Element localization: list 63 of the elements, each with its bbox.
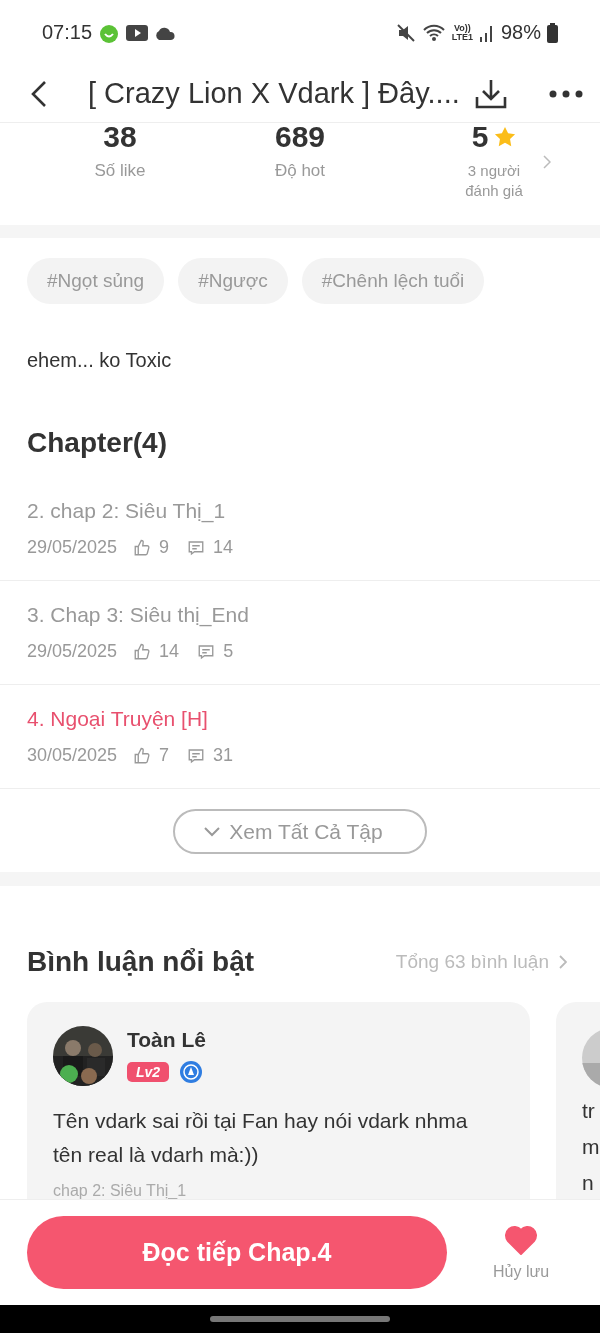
comment-icon (187, 746, 206, 765)
clock: 07:15 (42, 21, 93, 44)
battery-icon (547, 22, 558, 43)
like-count: 14 (159, 641, 180, 662)
thumbs-up-icon (133, 746, 152, 765)
comment-icon (197, 642, 216, 661)
like-count: 9 (159, 537, 170, 558)
volte-label: Vo)) (453, 23, 471, 33)
level-badge: Lv2 (127, 1062, 170, 1083)
star-icon (494, 126, 517, 148)
chapter-date: 30/05/2025 (27, 745, 118, 766)
unsave-button[interactable]: Hủy lưu (487, 1223, 556, 1282)
chevron-right-icon (559, 955, 567, 970)
chapter-title: 3. Chap 3: Siêu thị_End (27, 603, 250, 627)
story-title: [ Crazy Lion X Vdark ] Đây.... (87, 77, 460, 110)
chapter-title: 4. Ngoại Truyện [H] (27, 707, 209, 731)
chapter-date: 29/05/2025 (27, 537, 118, 558)
tag-chip[interactable]: #Chênh lệch tuổi (301, 258, 485, 304)
like-count: 7 (159, 745, 170, 766)
stat-value: 5 (471, 123, 489, 151)
continue-reading-button[interactable]: Đọc tiếp Chap.4 (27, 1216, 447, 1289)
comment-chapter: chap 2: Siêu Thị_1 (53, 1182, 188, 1199)
medal-icon (179, 1060, 204, 1085)
stat-value: 689 (274, 123, 326, 151)
comment-card[interactable]: Toàn Lê Lv2 Tên vdark sai rồi tại Fan hay nói vdark nhma tên real là vdarh mà:)) chap 2: Siêu Thị_1 (27, 1002, 530, 1199)
chapter-date: 29/05/2025 (27, 641, 118, 662)
battery-percent: 98% (500, 21, 541, 44)
tag-chip[interactable]: #Ngọt sủng (27, 258, 165, 304)
lte-label: LTE1 (451, 32, 473, 42)
comment-text: Tên vdark sai rồi tại Fan hay nói vdark nhma tên real là vdarh mà:)) (53, 1108, 469, 1169)
comment-text: n (582, 1170, 595, 1197)
section-heading: Chapter(4) (26, 426, 168, 460)
description: ehem... ko Toxic (26, 348, 173, 372)
tag-chip[interactable]: #Ngược (178, 258, 288, 304)
comment-text: m (582, 1134, 600, 1161)
user-name: Toàn Lê (127, 1028, 206, 1053)
stat-value: 38 (103, 123, 137, 151)
mute-icon (395, 22, 416, 43)
more-icon (547, 88, 584, 99)
comment-card[interactable]: tr m n (556, 1002, 600, 1199)
thumbs-up-icon (133, 538, 152, 557)
comment-text: tr (582, 1098, 596, 1125)
thumbs-up-icon (133, 642, 152, 661)
stat-label: Độ hot (274, 161, 326, 181)
stat-label: 3 người đánh giá (464, 161, 524, 201)
chapter-title: 2. chap 2: Siêu Thị_1 (27, 499, 227, 523)
chapter-row[interactable]: 4. Ngoại Truyện [H] 30/05/2025 7 31 (0, 685, 600, 789)
chapter-row[interactable]: 2. chap 2: Siêu Thị_1 29/05/2025 9 14 (0, 477, 600, 581)
comment-count: 31 (213, 745, 234, 766)
chevron-down-icon (203, 825, 222, 838)
comment-count: 5 (223, 641, 234, 662)
video-play-icon (126, 24, 149, 41)
total-comments-link[interactable]: Tổng 63 bình luận (389, 950, 573, 975)
chevron-right-icon (543, 155, 551, 169)
view-all-button[interactable]: Xem Tất Cả Tập (173, 809, 427, 855)
chapter-row[interactable]: 3. Chap 3: Siêu thị_End 29/05/2025 14 5 (0, 581, 600, 685)
cloud-icon (154, 25, 177, 40)
signal-icon (478, 23, 495, 42)
wifi-icon (421, 22, 446, 43)
comment-count: 14 (213, 537, 234, 558)
stat-label: Số like (94, 161, 146, 181)
section-heading: Bình luận nổi bật (27, 946, 256, 979)
comment-icon (187, 538, 206, 557)
